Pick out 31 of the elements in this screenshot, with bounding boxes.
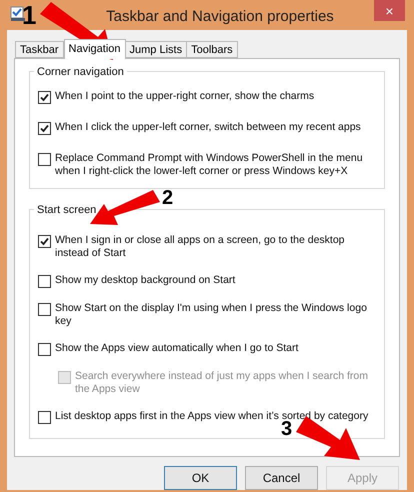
tab[interactable]: Jump Lists xyxy=(124,41,188,58)
checkmark-icon xyxy=(40,93,49,102)
checkbox-label: When I click the upper-left corner, switch between my recent apps xyxy=(55,121,361,134)
tab[interactable]: Taskbar xyxy=(15,41,64,58)
checkbox[interactable] xyxy=(38,275,51,288)
checkbox[interactable] xyxy=(38,303,51,316)
checkbox[interactable] xyxy=(38,343,51,356)
close-button[interactable]: × xyxy=(374,0,405,21)
checkbox[interactable] xyxy=(38,122,51,135)
checkmark-icon xyxy=(40,237,49,246)
step-number: 1 xyxy=(22,0,36,32)
checkmark-icon xyxy=(40,124,49,133)
checkbox-label: Show the Apps view automatically when I go to Start xyxy=(55,342,298,355)
step-number: 2 xyxy=(162,186,174,211)
group-title: Corner navigation xyxy=(34,64,127,80)
checkbox[interactable] xyxy=(38,153,51,166)
checkbox-label: Show my desktop background on Start xyxy=(55,274,236,287)
dialog-button[interactable]: OK xyxy=(164,466,237,490)
checkbox[interactable] xyxy=(38,91,51,104)
checkbox-label: When I sign in or close all apps on a screen, go to the desktop instead of Start xyxy=(55,234,346,260)
dialog-button[interactable]: Cancel xyxy=(245,466,318,490)
checkbox-label: Search everywhere instead of just my apps when I search from the Apps view xyxy=(75,370,369,396)
checkbox-label: Replace Command Prompt with Windows PowerShell in the menu when I right-click the lower-left corner or press Windows key+X xyxy=(55,152,364,178)
window-title: Taskbar and Navigation properties xyxy=(106,7,334,27)
tab[interactable]: Toolbars xyxy=(186,41,238,58)
checkbox[interactable] xyxy=(38,235,51,248)
tab[interactable]: Navigation xyxy=(64,39,126,59)
checkbox-label: List desktop apps first in the Apps view when it’s sorted by category xyxy=(55,410,368,422)
checkbox-label: Show Start on the display I'm using when I press the Windows logo key xyxy=(55,302,368,328)
checkbox-label: When I point to the upper-right corner, show the charms xyxy=(55,90,314,103)
checkbox[interactable] xyxy=(38,411,51,424)
